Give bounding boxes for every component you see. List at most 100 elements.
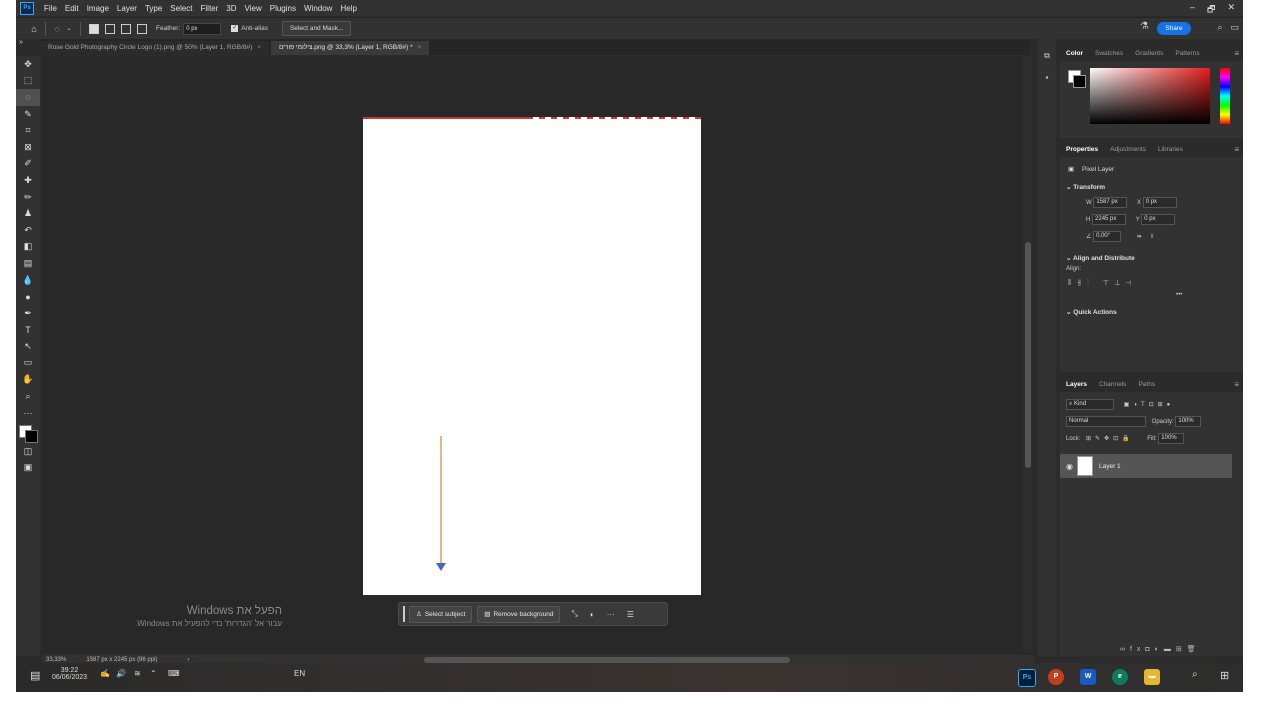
workspace-icon[interactable]: ▭ — [1230, 22, 1239, 33]
menu-help[interactable]: Help — [336, 4, 360, 13]
tab-layers[interactable]: Layers — [1060, 381, 1093, 388]
menu-view[interactable]: View — [241, 4, 266, 13]
gradient-tool-icon[interactable]: ▤ — [16, 255, 40, 272]
flask-icon[interactable]: ⚗ — [1140, 21, 1149, 32]
quick-selection-tool-icon[interactable]: ✎ — [16, 106, 40, 123]
edge-taskbar-icon[interactable]: e — [1112, 669, 1128, 685]
marquee-tool-icon[interactable]: ⬚ — [16, 73, 40, 90]
quick-actions-section-title[interactable]: ⌄ Quick Actions — [1060, 308, 1243, 316]
frame-tool-icon[interactable]: ⊠ — [16, 139, 40, 156]
tab-paths[interactable]: Paths — [1132, 381, 1161, 388]
blur-tool-icon[interactable]: 💧 — [16, 272, 40, 289]
panel-menu-icon[interactable]: ≡ — [1234, 145, 1239, 154]
panel-background-swatch[interactable] — [1073, 75, 1086, 88]
clock[interactable]: 39:22 06/06/2023 — [52, 667, 87, 681]
vertical-scrollbar[interactable] — [1024, 56, 1032, 653]
language-indicator[interactable]: EN — [294, 669, 305, 678]
keyboard-icon[interactable]: ⌨ — [168, 669, 180, 678]
subtract-selection-icon[interactable] — [121, 23, 131, 34]
filter-icons[interactable]: ▣◑T⊡⊞● — [1124, 402, 1175, 408]
eraser-tool-icon[interactable]: ◧ — [16, 239, 40, 256]
tab-gradients[interactable]: Gradients — [1129, 50, 1169, 57]
layer-row[interactable]: ◉ Layer 1 — [1060, 454, 1232, 478]
layer-name[interactable]: Layer 1 — [1099, 463, 1121, 470]
path-selection-tool-icon[interactable]: ↖ — [16, 338, 40, 355]
background-color-swatch[interactable] — [25, 430, 38, 444]
panel-menu-icon[interactable]: ≡ — [1234, 380, 1239, 389]
transform-icon[interactable]: ⤡ — [571, 609, 577, 619]
windows-start-icon[interactable]: ⊞ — [1220, 669, 1229, 682]
word-taskbar-icon[interactable]: W — [1080, 669, 1096, 685]
select-and-mask-button[interactable]: Select and Mask... — [281, 21, 352, 36]
panel-menu-icon[interactable]: ≡ — [1234, 49, 1239, 58]
brush-tool-icon[interactable]: ✏ — [16, 189, 40, 206]
x-input[interactable]: 0 px — [1142, 197, 1177, 208]
type-tool-icon[interactable]: T — [16, 322, 40, 339]
opacity-input[interactable]: 100% — [1175, 416, 1202, 427]
lasso-preset-icon[interactable]: ◌ — [51, 23, 63, 35]
dodge-tool-icon[interactable]: ● — [16, 288, 40, 305]
more-tools-icon[interactable]: ··· — [16, 404, 40, 421]
more-align-options[interactable]: ••• — [1060, 288, 1243, 298]
tab-patterns[interactable]: Patterns — [1169, 50, 1205, 57]
expand-toolbar-icon[interactable]: » — [19, 39, 23, 46]
tab-purim-photos[interactable]: צילומי פורים.png @ 33,3% (Layer 1, RGB/8… — [271, 41, 430, 55]
tab-swatches[interactable]: Swatches — [1089, 50, 1129, 57]
chevron-down-icon[interactable]: ⌄ — [63, 23, 75, 35]
more-options-icon[interactable]: ··· — [607, 610, 615, 619]
move-tool-icon[interactable]: ✥ — [16, 56, 40, 73]
tab-channels[interactable]: Channels — [1093, 381, 1132, 388]
healing-brush-tool-icon[interactable]: ✚ — [16, 172, 40, 189]
flip-horizontal-icon[interactable]: ⇹ — [1137, 234, 1142, 240]
hand-tool-icon[interactable]: ✋ — [16, 371, 40, 388]
hue-slider[interactable] — [1220, 68, 1230, 124]
menu-select[interactable]: Select — [166, 4, 196, 13]
menu-plugins[interactable]: Plugins — [266, 4, 300, 13]
rectangle-tool-icon[interactable]: ▭ — [16, 355, 40, 372]
volume-icon[interactable]: 🔊 — [116, 669, 126, 678]
tab-color[interactable]: Color — [1060, 50, 1089, 57]
kind-filter-select[interactable]: ⌕ Kind — [1066, 399, 1114, 410]
tab-properties[interactable]: Properties — [1060, 146, 1104, 153]
menu-file[interactable]: File — [40, 4, 61, 13]
close-tab-icon[interactable]: × — [257, 44, 261, 51]
quick-mask-icon[interactable]: ◫ — [16, 443, 40, 460]
search-icon[interactable]: ⌕ — [1217, 22, 1222, 33]
menu-type[interactable]: Type — [141, 4, 166, 13]
mask-icon[interactable]: ◐ — [590, 610, 595, 619]
tab-libraries[interactable]: Libraries — [1152, 146, 1189, 153]
share-button[interactable]: Share — [1157, 22, 1191, 35]
close-tab-icon[interactable]: × — [418, 44, 422, 51]
flip-vertical-icon[interactable]: ⇳ — [1149, 234, 1154, 240]
menu-filter[interactable]: Filter — [197, 4, 223, 13]
canvas-area[interactable]: ♙ Select subject ▧ Remove background ⤡ ◐… — [42, 56, 1022, 653]
minimize-button[interactable]: – — [1190, 2, 1195, 18]
remove-background-button[interactable]: ▧ Remove background — [477, 605, 561, 623]
comments-panel-icon[interactable]: ▪ — [1038, 73, 1056, 82]
menu-window[interactable]: Window — [300, 4, 336, 13]
pen-tool-icon[interactable]: ✒ — [16, 305, 40, 322]
restore-button[interactable]: 🗗 — [1207, 2, 1215, 18]
fill-input[interactable]: 100% — [1158, 433, 1185, 444]
close-button[interactable]: ✕ — [1227, 2, 1235, 18]
history-panel-icon[interactable]: ⧉ — [1038, 51, 1056, 61]
width-input[interactable]: 1587 px — [1093, 197, 1128, 208]
menu-3d[interactable]: 3D — [222, 4, 240, 13]
history-brush-tool-icon[interactable]: ↶ — [16, 222, 40, 239]
height-input[interactable]: 2245 px — [1092, 214, 1127, 225]
photoshop-taskbar-icon[interactable]: Ps — [1018, 669, 1036, 687]
menu-image[interactable]: Image — [83, 4, 113, 13]
clone-stamp-tool-icon[interactable]: ♟ — [16, 205, 40, 222]
angle-input[interactable]: 0,00° — [1093, 231, 1122, 242]
intersect-selection-icon[interactable] — [137, 23, 147, 34]
lasso-tool-icon[interactable]: ◌ — [16, 89, 40, 106]
align-buttons[interactable]: ⫴⫵⫶ ⊤⊥⊣ — [1060, 272, 1243, 288]
eye-visibility-icon[interactable]: ◉ — [1066, 462, 1073, 471]
antialias-checkbox[interactable]: ✓ — [231, 25, 239, 32]
pen-icon[interactable]: ✍ — [100, 669, 110, 678]
menu-layer[interactable]: Layer — [113, 4, 141, 13]
select-subject-button[interactable]: ♙ Select subject — [409, 605, 473, 623]
chevron-up-icon[interactable]: ⌃ — [150, 669, 157, 678]
settings-sliders-icon[interactable]: ☰ — [627, 610, 634, 619]
lock-icons[interactable]: ⊞✎✥⊡🔒 — [1086, 436, 1134, 442]
